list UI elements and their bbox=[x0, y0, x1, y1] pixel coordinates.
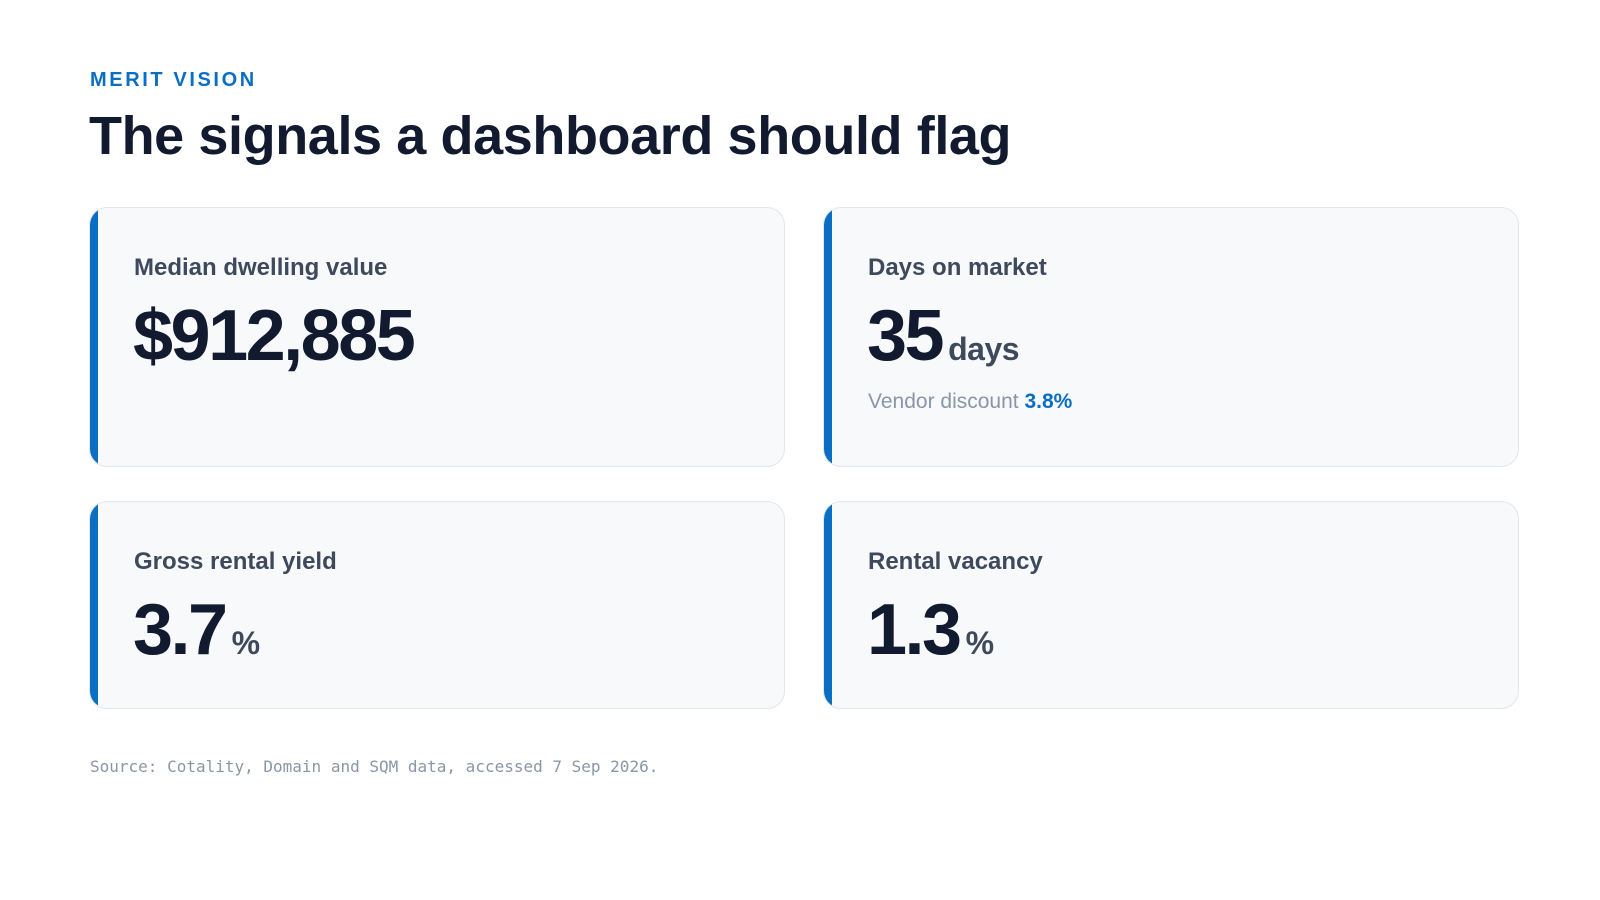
metric-value: 1.3 bbox=[867, 590, 962, 670]
metric-value: 35 bbox=[867, 296, 945, 376]
page-title: The signals a dashboard should flag bbox=[89, 106, 1012, 166]
card-accent-bar bbox=[90, 502, 98, 708]
card-accent-bar bbox=[824, 208, 832, 466]
metric-display: 3.7% bbox=[133, 590, 260, 690]
card-accent-bar bbox=[90, 208, 98, 466]
metric-label: Rental vacancy bbox=[868, 548, 1043, 575]
metric-display: 1.3% bbox=[867, 590, 994, 690]
metric-label: Days on market bbox=[868, 254, 1047, 281]
metric-card-days-on-market: Days on market 35 days Vendor discount 3.… bbox=[823, 207, 1519, 467]
brand-label: MERIT VISION bbox=[90, 69, 257, 91]
metric-unit: days bbox=[948, 331, 1020, 367]
metric-card-median-dwelling-value: Median dwelling value $912,885 bbox=[89, 207, 785, 467]
metric-label: Median dwelling value bbox=[134, 254, 388, 281]
metric-card-gross-rental-yield: Gross rental yield 3.7% bbox=[89, 501, 785, 709]
metric-display: $912,885 bbox=[133, 296, 416, 396]
vendor-discount: Vendor discount 3.8% bbox=[868, 390, 1072, 414]
metric-label: Gross rental yield bbox=[134, 548, 337, 575]
metric-display: 35 days bbox=[867, 296, 1020, 396]
metric-unit: % bbox=[231, 625, 260, 661]
metric-unit: % bbox=[965, 625, 994, 661]
vendor-discount-label: Vendor discount bbox=[868, 390, 1019, 413]
card-accent-bar bbox=[824, 502, 832, 708]
metric-value: $912,885 bbox=[133, 296, 416, 376]
vendor-discount-value: 3.8% bbox=[1024, 390, 1073, 413]
source-footnote: Source: Cotality, Domain and SQM data, a… bbox=[90, 757, 659, 776]
metric-value: 3.7 bbox=[133, 590, 228, 670]
metric-card-rental-vacancy: Rental vacancy 1.3% bbox=[823, 501, 1519, 709]
